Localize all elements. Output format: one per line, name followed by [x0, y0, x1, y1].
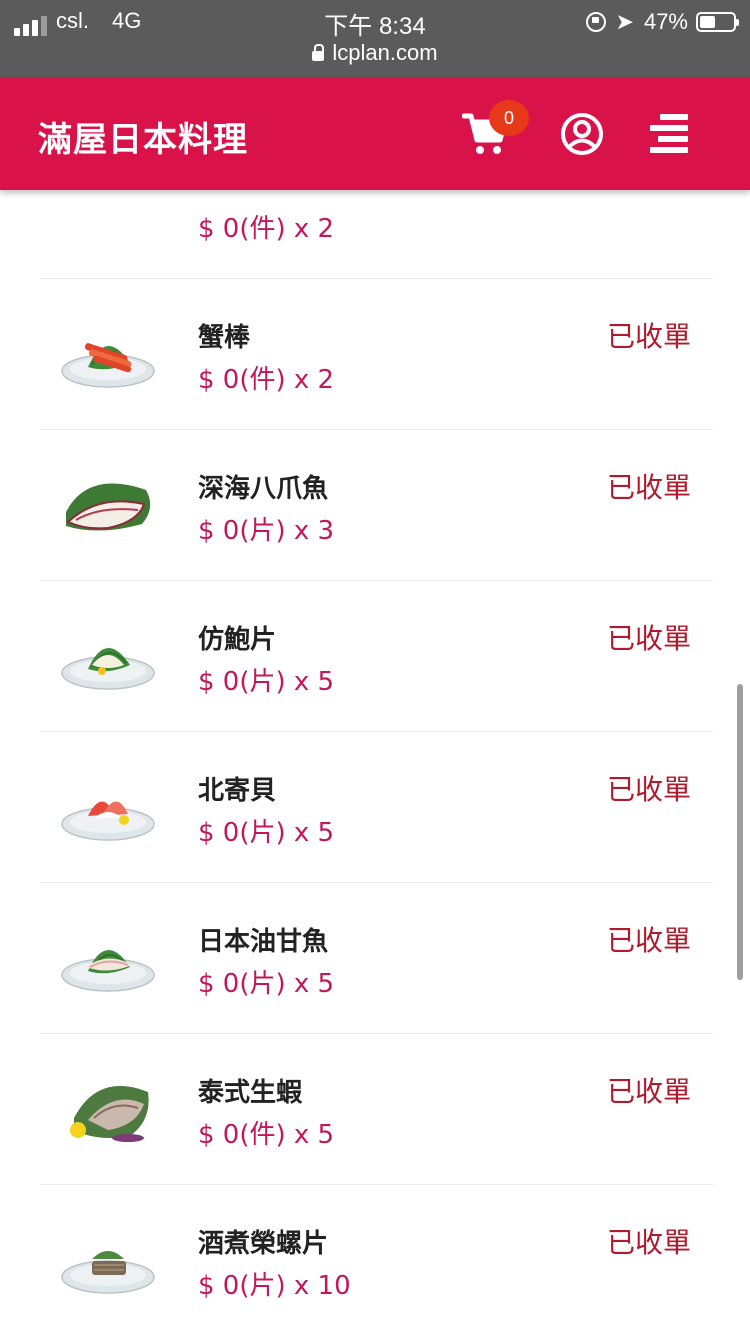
order-list-viewport[interactable]: $ 0(件) x 2 蟹棒 $ 0(件) x 2 已收單 深海八爪魚 $ 0(片) x 3… — [0, 190, 750, 1334]
item-price: $ 0(片) x 5 — [198, 969, 335, 999]
status-bar: csl. 4G 下午 8:34 ➤ 47% lcplan.com — [0, 0, 750, 78]
status-icons: ➤ 47% — [585, 8, 739, 36]
item-price: $ 0(片) x 5 — [198, 818, 335, 848]
order-row[interactable]: 泰式生蝦 $ 0(件) x 5 已收單 — [40, 1034, 713, 1185]
item-price: $ 0(片) x 3 — [198, 516, 335, 546]
location-arrow-icon: ➤ — [615, 9, 634, 35]
item-price: $ 0(片) x 10 — [198, 1271, 351, 1301]
order-row[interactable]: 深海八爪魚 $ 0(片) x 3 已收單 — [40, 430, 713, 581]
battery-icon — [696, 12, 739, 32]
menu-icon-bar — [658, 136, 688, 142]
order-status: 已收單 — [606, 1226, 691, 1259]
octopus-sashimi-icon — [58, 464, 158, 544]
order-row[interactable]: 酒煮榮螺片 $ 0(片) x 10 已收單 — [40, 1185, 713, 1334]
url-text: lcplan.com — [332, 40, 438, 65]
order-row[interactable]: 北寄貝 $ 0(片) x 5 已收單 — [40, 732, 713, 883]
item-name: 仿鮑片 — [198, 625, 277, 655]
battery-percent: 47% — [643, 9, 688, 34]
order-list: $ 0(件) x 2 蟹棒 $ 0(件) x 2 已收單 深海八爪魚 $ 0(片) x 3… — [0, 190, 750, 1334]
battery-fill — [700, 16, 715, 28]
item-price: $ 0(片) x 5 — [198, 667, 335, 697]
account-button[interactable] — [560, 112, 604, 156]
sashimi-plate-icon — [58, 190, 158, 196]
thai-shrimp-plate-icon — [58, 1068, 158, 1148]
user-icon — [561, 113, 603, 155]
surf-clam-plate-icon — [58, 766, 158, 846]
menu-icon-bar — [650, 147, 688, 153]
crab-stick-plate-icon — [58, 313, 158, 393]
item-price: $ 0(件) x 2 — [198, 365, 335, 395]
item-price: $ 0(件) x 5 — [198, 1120, 335, 1150]
turban-shell-plate-icon — [58, 1219, 158, 1299]
order-row[interactable]: $ 0(件) x 2 — [40, 190, 713, 279]
item-name: 泰式生蝦 — [198, 1078, 303, 1108]
order-status: 已收單 — [606, 924, 691, 957]
lock-icon — [312, 44, 325, 61]
order-row[interactable]: 日本油甘魚 $ 0(片) x 5 已收單 — [40, 883, 713, 1034]
address-bar[interactable]: lcplan.com — [0, 40, 750, 66]
item-name: 日本油甘魚 — [198, 927, 329, 957]
status-row: csl. 4G 下午 8:34 ➤ 47% — [0, 4, 750, 40]
scrollbar[interactable] — [737, 684, 743, 980]
order-row[interactable]: 仿鮑片 $ 0(片) x 5 已收單 — [40, 581, 713, 732]
menu-button[interactable] — [648, 114, 690, 154]
order-status: 已收單 — [606, 471, 691, 504]
item-price: $ 0(件) x 2 — [198, 214, 335, 244]
abalone-slice-plate-icon — [58, 615, 158, 695]
order-status: 已收單 — [606, 1075, 691, 1108]
rotation-lock-icon — [585, 12, 606, 32]
menu-icon — [660, 114, 688, 120]
item-name: 北寄貝 — [198, 776, 277, 806]
order-status: 已收單 — [606, 622, 691, 655]
menu-icon-bar — [650, 125, 688, 131]
site-title[interactable]: 滿屋日本料理 — [38, 112, 248, 161]
order-status: 已收單 — [606, 320, 691, 353]
order-status: 已收單 — [606, 773, 691, 806]
order-row[interactable]: 蟹棒 $ 0(件) x 2 已收單 — [40, 279, 713, 430]
item-name: 蟹棒 — [198, 323, 251, 353]
cart-count-badge[interactable]: 0 — [489, 100, 529, 136]
yellowtail-plate-icon — [58, 917, 158, 997]
item-name: 深海八爪魚 — [198, 474, 329, 504]
app-header: 滿屋日本料理 0 — [0, 78, 750, 190]
item-name: 酒煮榮螺片 — [198, 1229, 329, 1259]
